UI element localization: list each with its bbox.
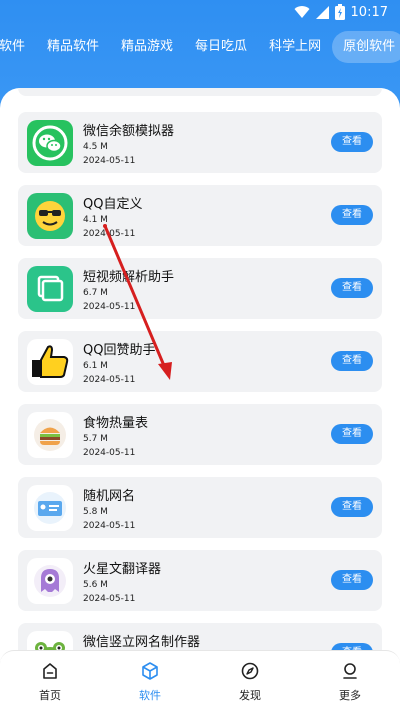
app-name: 微信余额模拟器 [83, 124, 175, 139]
app-size: 6.7 M [83, 288, 108, 298]
tab-science-internet[interactable]: 科学上网 [258, 31, 332, 63]
nav-discover[interactable]: 发现 [200, 651, 300, 703]
nav-more[interactable]: 更多 [300, 651, 400, 703]
view-button[interactable]: 查看 [331, 278, 373, 298]
app-date: 2024-05-11 [83, 375, 136, 385]
bottom-nav: 首页 软件 发现 更多 [0, 650, 400, 712]
app-name: QQ自定义 [83, 197, 143, 212]
app-date: 2024-05-11 [83, 156, 136, 166]
content-sheet: 微信余额模拟器 4.5 M 2024-05-11 查看 QQ自定义 4.1 M … [0, 88, 400, 668]
view-button[interactable]: 查看 [331, 205, 373, 225]
view-button[interactable]: 查看 [331, 132, 373, 152]
app-date: 2024-05-11 [83, 448, 136, 458]
list-item[interactable]: 短视频解析助手 6.7 M 2024-05-11 查看 [18, 258, 382, 319]
app-name: 食物热量表 [83, 416, 149, 431]
wifi-icon [294, 5, 310, 19]
copy-icon [27, 266, 73, 312]
tab-premium-software[interactable]: 精品软件 [36, 31, 110, 63]
app-name: QQ回赞助手 [83, 343, 156, 358]
tab-original-software[interactable]: 原创软件 [332, 31, 400, 63]
app-size: 4.5 M [83, 142, 108, 152]
app-size: 5.8 M [83, 507, 108, 517]
list-item[interactable]: QQ回赞助手 6.1 M 2024-05-11 查看 [18, 331, 382, 392]
nav-home-label: 首页 [39, 689, 61, 702]
view-button[interactable]: 查看 [331, 351, 373, 371]
nav-home[interactable]: 首页 [0, 651, 100, 703]
list-item[interactable]: QQ自定义 4.1 M 2024-05-11 查看 [18, 185, 382, 246]
signal-icon [315, 5, 329, 19]
alien-icon [27, 558, 73, 604]
status-bar: 10:17 [0, 0, 400, 24]
category-tabs: 软件 精品软件 精品游戏 每日吃瓜 科学上网 原创软件 [0, 31, 400, 63]
app-name: 随机网名 [83, 489, 136, 504]
battery-icon [334, 4, 345, 20]
tab-premium-games[interactable]: 精品游戏 [110, 31, 184, 63]
app-date: 2024-05-11 [83, 302, 136, 312]
nav-discover-label: 发现 [239, 689, 261, 702]
app-size: 6.1 M [83, 361, 108, 371]
id-card-icon [27, 485, 73, 531]
nav-software[interactable]: 软件 [100, 651, 200, 703]
home-icon [43, 663, 57, 679]
app-name: 微信竖立网名制作器 [83, 635, 201, 650]
thumbs-up-icon [27, 339, 73, 385]
list-item[interactable]: 微信余额模拟器 4.5 M 2024-05-11 查看 [18, 112, 382, 173]
user-icon [343, 663, 357, 679]
tab-software[interactable]: 软件 [0, 31, 36, 63]
tab-daily-gossip[interactable]: 每日吃瓜 [184, 31, 258, 63]
app-date: 2024-05-11 [83, 521, 136, 531]
nav-more-label: 更多 [339, 689, 361, 702]
list-item[interactable]: 随机网名 5.8 M 2024-05-11 查看 [18, 477, 382, 538]
list-item[interactable]: 火星文翻译器 5.6 M 2024-05-11 查看 [18, 550, 382, 611]
cube-icon [142, 662, 158, 680]
app-date: 2024-05-11 [83, 229, 136, 239]
app-name: 火星文翻译器 [83, 562, 162, 577]
status-time: 10:17 [350, 4, 388, 20]
wechat-icon [27, 120, 73, 166]
compass-icon [241, 662, 259, 680]
view-button[interactable]: 查看 [331, 497, 373, 517]
app-size: 5.7 M [83, 434, 108, 444]
list-item[interactable]: 食物热量表 5.7 M 2024-05-11 查看 [18, 404, 382, 465]
app-size: 5.6 M [83, 580, 108, 590]
view-button[interactable]: 查看 [331, 570, 373, 590]
partial-list-item [18, 88, 382, 96]
app-name: 短视频解析助手 [83, 270, 175, 285]
view-button[interactable]: 查看 [331, 424, 373, 444]
app-date: 2024-05-11 [83, 594, 136, 604]
sunglasses-emoji-icon [27, 193, 73, 239]
nav-software-label: 软件 [139, 689, 161, 702]
app-size: 4.1 M [83, 215, 108, 225]
burger-icon [27, 412, 73, 458]
